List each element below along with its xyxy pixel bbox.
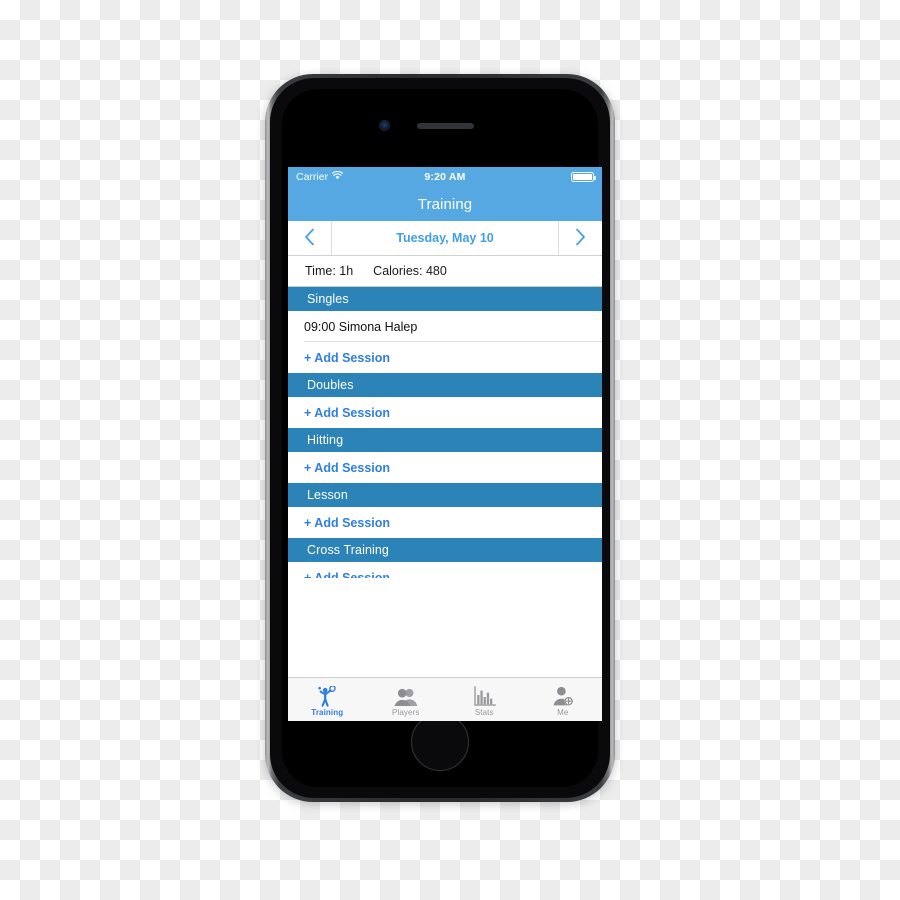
daily-summary-row: Time: 1h Calories: 480	[288, 256, 602, 287]
two-people-icon	[394, 684, 418, 707]
tab-label-training: Training	[311, 708, 344, 717]
earpiece-speaker-icon	[417, 123, 474, 129]
add-session-button[interactable]: + Add Session	[288, 562, 602, 578]
tab-stats[interactable]: Stats	[445, 678, 524, 721]
summary-time-label: Time: 1h	[305, 264, 354, 278]
training-sections-list[interactable]: Singles 09:00 Simona Halep + Add Session Do…	[288, 287, 602, 578]
tab-label-stats: Stats	[474, 708, 494, 717]
tab-label-players: Players	[392, 708, 420, 717]
section-header: Doubles	[288, 373, 602, 397]
phone-device-frame: Carrier 9:20 AM Training Tuesday, May 10…	[265, 74, 615, 802]
person-add-icon	[552, 684, 574, 707]
tab-training[interactable]: Training	[288, 678, 367, 721]
add-session-button[interactable]: + Add Session	[288, 342, 602, 373]
section-header: Hitting	[288, 428, 602, 452]
chevron-left-icon	[304, 228, 315, 249]
date-navigator: Tuesday, May 10	[288, 221, 602, 256]
home-button[interactable]	[411, 713, 469, 771]
chevron-right-icon	[575, 228, 586, 249]
battery-icon	[571, 172, 596, 182]
wifi-icon	[332, 170, 344, 183]
summary-calories-label: Calories: 480	[373, 264, 447, 278]
section-header: Singles	[288, 287, 602, 311]
tab-players[interactable]: Players	[367, 678, 446, 721]
carrier-label: Carrier	[296, 171, 329, 183]
tennis-player-icon	[317, 684, 337, 707]
section-header: Cross Training	[288, 538, 602, 562]
session-row[interactable]: 09:00 Simona Halep	[288, 311, 602, 342]
phone-screen: Carrier 9:20 AM Training Tuesday, May 10…	[288, 167, 602, 721]
battery-fill	[573, 174, 592, 180]
front-camera-icon	[379, 120, 390, 131]
bottom-tab-bar: Training Players Stats Me	[288, 677, 602, 721]
status-bar: Carrier 9:20 AM	[288, 167, 602, 187]
status-bar-right	[571, 172, 596, 182]
next-day-button[interactable]	[558, 221, 602, 255]
add-session-button[interactable]: + Add Session	[288, 452, 602, 483]
tab-me[interactable]: Me	[524, 678, 603, 721]
status-bar-left: Carrier	[296, 170, 344, 183]
bar-chart-icon	[473, 684, 496, 707]
selected-date-label[interactable]: Tuesday, May 10	[332, 221, 558, 255]
tab-label-me: Me	[557, 708, 569, 717]
phone-body: Carrier 9:20 AM Training Tuesday, May 10…	[270, 78, 610, 798]
section-header: Lesson	[288, 483, 602, 507]
page-title: Training	[417, 195, 473, 213]
previous-day-button[interactable]	[288, 221, 332, 255]
add-session-button[interactable]: + Add Session	[288, 507, 602, 538]
navigation-bar: Training	[288, 187, 602, 221]
add-session-button[interactable]: + Add Session	[288, 397, 602, 428]
